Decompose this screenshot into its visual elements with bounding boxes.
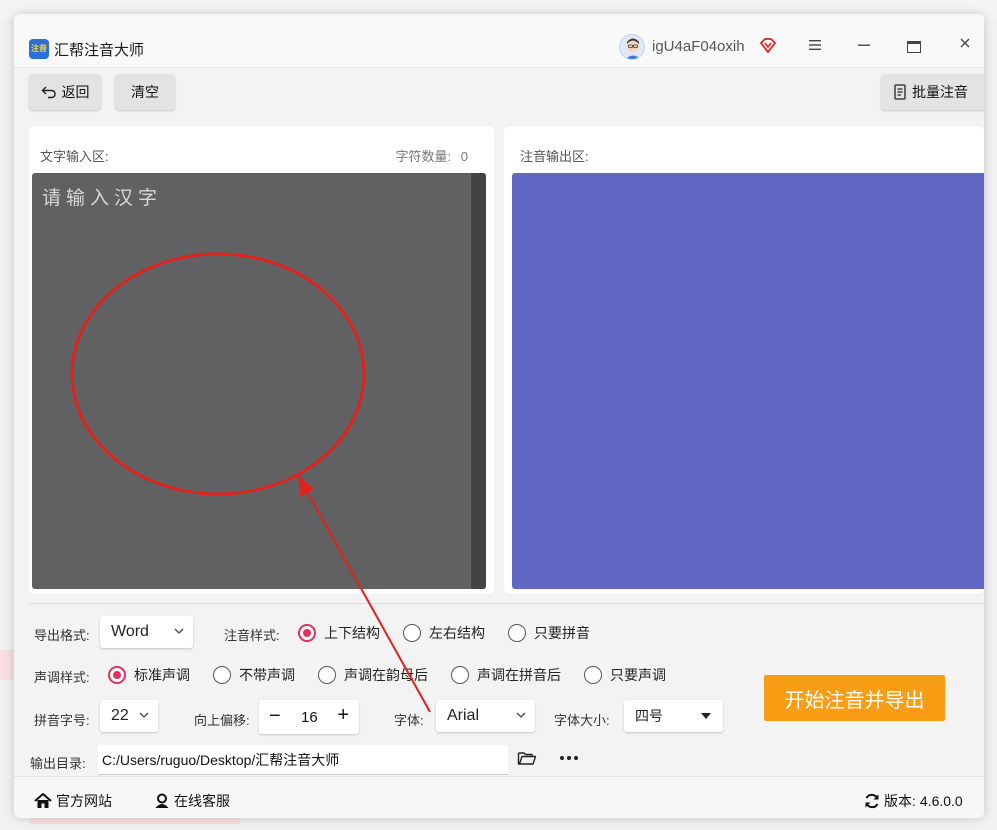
home-icon bbox=[34, 793, 52, 808]
text-input-scrollbar[interactable] bbox=[471, 173, 486, 589]
clear-button[interactable]: 清空 bbox=[115, 74, 175, 110]
footer: 官方网站 在线客服 版本: 4.6.0.0 bbox=[14, 776, 984, 818]
app-title: 汇帮注音大师 bbox=[54, 42, 145, 59]
font-value: Arial bbox=[447, 707, 480, 724]
char-count-label: 字符数量: bbox=[395, 149, 452, 164]
app-logo-icon: 注音 bbox=[29, 39, 49, 59]
tone-style-option-3[interactable]: 声调在拼音后 bbox=[451, 665, 561, 685]
radio-unchecked-icon[interactable] bbox=[318, 666, 336, 684]
radio-unchecked-icon[interactable] bbox=[508, 624, 526, 642]
tone-style-option-4[interactable]: 只要声调 bbox=[584, 665, 666, 685]
offset-value[interactable]: 16 bbox=[301, 709, 318, 726]
radio-checked-icon[interactable] bbox=[298, 624, 316, 642]
version-info: 版本: 4.6.0.0 bbox=[864, 791, 963, 811]
caret-down-icon bbox=[701, 713, 711, 719]
pinyin-size-select[interactable]: 22 bbox=[100, 700, 158, 732]
output-dir-label: 输出目录: bbox=[30, 756, 86, 771]
start-export-button[interactable]: 开始注音并导出 bbox=[764, 675, 945, 721]
input-panel-label: 文字输入区: bbox=[40, 149, 109, 164]
tone-style-option-label: 不带声调 bbox=[239, 667, 295, 683]
start-export-label: 开始注音并导出 bbox=[784, 689, 925, 712]
export-format-select[interactable]: Word bbox=[100, 616, 193, 648]
pinyin-output-panel: 注音输出区: bbox=[504, 126, 984, 594]
radio-unchecked-icon[interactable] bbox=[451, 666, 469, 684]
char-count: 字符数量: 0 bbox=[396, 146, 468, 165]
maximize-icon[interactable] bbox=[907, 41, 921, 53]
pinyin-output-area[interactable] bbox=[512, 173, 984, 589]
folder-icon[interactable] bbox=[517, 750, 537, 766]
version-label: 版本: bbox=[884, 793, 916, 809]
chevron-down-icon bbox=[515, 700, 527, 744]
chevron-down-icon bbox=[173, 616, 185, 660]
decrement-button[interactable]: − bbox=[269, 705, 281, 727]
chevron-down-icon bbox=[138, 700, 150, 744]
offset-stepper[interactable]: − 16 + bbox=[259, 700, 359, 734]
output-panel-label: 注音输出区: bbox=[520, 149, 589, 164]
tone-style-option-0[interactable]: 标准声调 bbox=[108, 665, 190, 685]
menu-icon[interactable] bbox=[808, 38, 824, 56]
radio-checked-icon[interactable] bbox=[108, 666, 126, 684]
refresh-icon bbox=[865, 793, 879, 809]
batch-annotate-label: 批量注音 bbox=[912, 84, 968, 100]
text-input-panel: 文字输入区: 字符数量: 0 请输入汉字 bbox=[29, 126, 494, 594]
font-select[interactable]: Arial bbox=[436, 700, 535, 732]
title-bar: 注音 汇帮注音大师 igU4aF04oxih bbox=[14, 14, 984, 68]
app-window: 注音 汇帮注音大师 igU4aF04oxih 返回 清空 批量注音 文字输入区:… bbox=[14, 14, 984, 818]
export-format-value: Word bbox=[111, 623, 149, 640]
char-count-value: 0 bbox=[460, 149, 468, 164]
text-input-area[interactable]: 请输入汉字 bbox=[32, 173, 486, 589]
export-format-label: 导出格式: bbox=[34, 628, 90, 643]
back-button-label: 返回 bbox=[61, 84, 90, 100]
tone-style-option-2[interactable]: 声调在韵母后 bbox=[318, 665, 428, 685]
username[interactable]: igU4aF04oxih bbox=[652, 38, 745, 55]
annotation-style-option-1[interactable]: 左右结构 bbox=[403, 623, 485, 643]
font-label: 字体: bbox=[394, 713, 424, 728]
user-support-icon bbox=[155, 793, 169, 808]
more-icon[interactable] bbox=[559, 748, 579, 769]
vip-diamond-icon[interactable] bbox=[759, 37, 777, 55]
divider bbox=[29, 603, 984, 604]
font-size-value: 四号 bbox=[635, 708, 663, 724]
annotation-style-option-2[interactable]: 只要拼音 bbox=[508, 623, 590, 643]
annotation-style-option-label: 上下结构 bbox=[324, 625, 380, 641]
batch-annotate-button[interactable]: 批量注音 bbox=[881, 74, 984, 110]
annotation-style-option-label: 只要拼音 bbox=[534, 625, 590, 641]
document-icon bbox=[894, 84, 906, 100]
pinyin-size-value: 22 bbox=[111, 707, 129, 724]
pinyin-size-label: 拼音字号: bbox=[34, 713, 90, 728]
tone-style-label: 声调样式: bbox=[34, 670, 90, 685]
annotation-style-label: 注音样式: bbox=[224, 628, 280, 643]
tone-style-option-label: 声调在拼音后 bbox=[477, 667, 561, 683]
version-value: 4.6.0.0 bbox=[919, 793, 963, 809]
tone-style-option-label: 标准声调 bbox=[134, 667, 190, 683]
tone-style-option-label: 只要声调 bbox=[610, 667, 666, 683]
back-button[interactable]: 返回 bbox=[29, 74, 101, 110]
online-support-label: 在线客服 bbox=[174, 793, 230, 809]
tone-style-option-label: 声调在韵母后 bbox=[344, 667, 428, 683]
back-arrow-icon bbox=[41, 86, 56, 99]
online-support-link[interactable]: 在线客服 bbox=[154, 791, 230, 811]
output-dir-field[interactable]: C:/Users/ruguo/Desktop/汇帮注音大师 bbox=[98, 745, 508, 775]
radio-unchecked-icon[interactable] bbox=[584, 666, 602, 684]
official-website-link[interactable]: 官方网站 bbox=[34, 791, 112, 811]
radio-unchecked-icon[interactable] bbox=[213, 666, 231, 684]
minimize-icon[interactable] bbox=[857, 38, 873, 56]
font-size-select[interactable]: 四号 bbox=[624, 700, 723, 732]
font-size-label: 字体大小: bbox=[554, 713, 610, 728]
annotation-style-option-0[interactable]: 上下结构 bbox=[298, 623, 380, 643]
clear-button-label: 清空 bbox=[131, 84, 159, 100]
text-input-placeholder: 请输入汉字 bbox=[42, 188, 163, 209]
close-icon[interactable] bbox=[958, 36, 972, 55]
radio-unchecked-icon[interactable] bbox=[403, 624, 421, 642]
annotation-style-option-label: 左右结构 bbox=[429, 625, 485, 641]
official-website-label: 官方网站 bbox=[56, 793, 112, 809]
increment-button[interactable]: + bbox=[337, 704, 349, 726]
offset-label: 向上偏移: bbox=[194, 713, 250, 728]
tone-style-option-1[interactable]: 不带声调 bbox=[213, 665, 295, 685]
avatar[interactable] bbox=[619, 34, 645, 60]
